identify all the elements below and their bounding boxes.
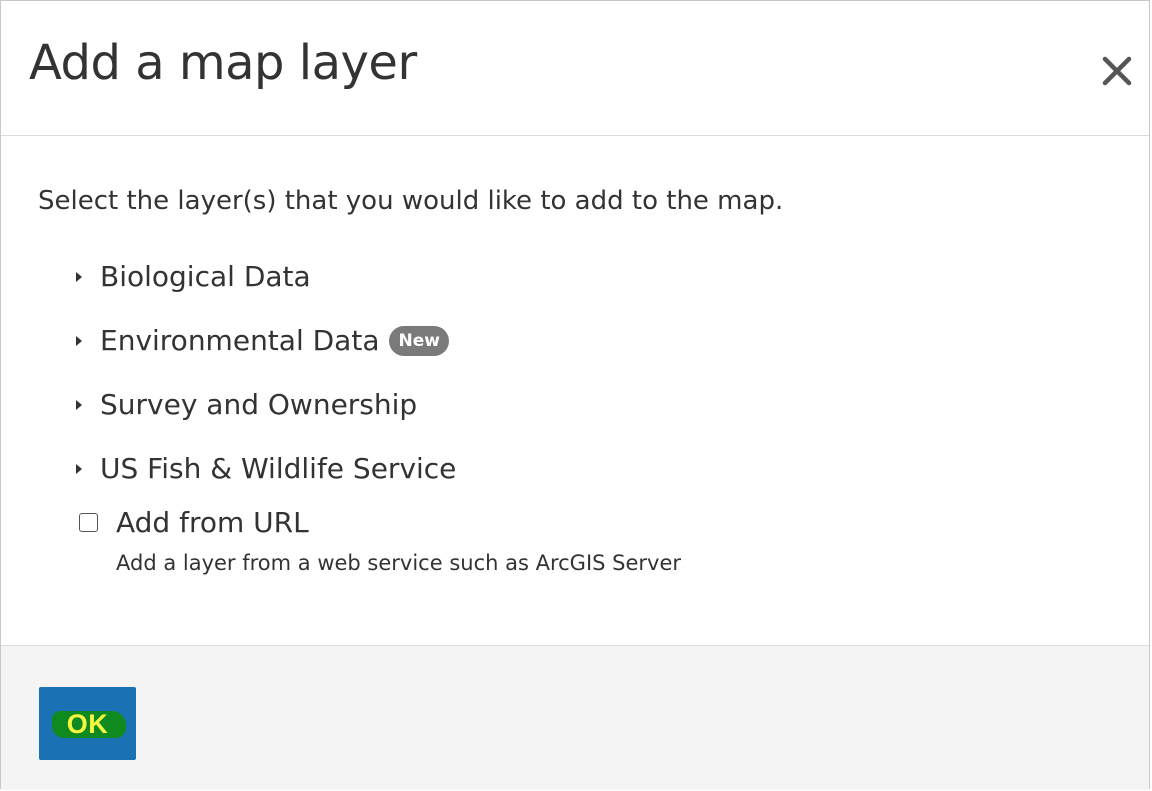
add-from-url-label[interactable]: Add from URL bbox=[116, 505, 309, 541]
layer-group-label: Environmental Data bbox=[100, 324, 380, 357]
caret-right-icon bbox=[76, 464, 82, 474]
layer-group-us-fish-wildlife-service[interactable]: US Fish & Wildlife Service bbox=[73, 437, 456, 501]
layer-tree: Biological Data Environmental Data New S… bbox=[73, 245, 456, 501]
dialog-body: Select the layer(s) that you would like … bbox=[1, 137, 1149, 645]
layer-group-label: Biological Data bbox=[100, 260, 311, 293]
layer-group-environmental-data[interactable]: Environmental Data New bbox=[73, 309, 456, 373]
caret-right-icon bbox=[76, 336, 82, 346]
close-icon bbox=[1102, 56, 1132, 86]
new-badge: New bbox=[389, 326, 449, 356]
close-button[interactable] bbox=[1099, 53, 1135, 89]
instructions-text: Select the layer(s) that you would like … bbox=[38, 186, 784, 216]
layer-group-label: Survey and Ownership bbox=[100, 388, 418, 421]
caret-right-icon bbox=[76, 400, 82, 410]
dialog-header: Add a map layer bbox=[1, 1, 1149, 136]
add-from-url-checkbox[interactable] bbox=[79, 513, 98, 532]
layer-group-label: US Fish & Wildlife Service bbox=[100, 452, 457, 485]
dialog-footer: OK bbox=[1, 645, 1149, 790]
caret-right-icon bbox=[76, 272, 82, 282]
add-from-url-help-text: Add a layer from a web service such as A… bbox=[116, 551, 682, 575]
ok-button[interactable]: OK bbox=[39, 687, 136, 760]
layer-group-biological-data[interactable]: Biological Data bbox=[73, 245, 456, 309]
layer-group-survey-and-ownership[interactable]: Survey and Ownership bbox=[73, 373, 456, 437]
dialog-title: Add a map layer bbox=[29, 35, 417, 91]
ok-button-label: OK bbox=[66, 709, 109, 739]
add-map-layer-dialog: Add a map layer Select the layer(s) that… bbox=[0, 0, 1150, 790]
